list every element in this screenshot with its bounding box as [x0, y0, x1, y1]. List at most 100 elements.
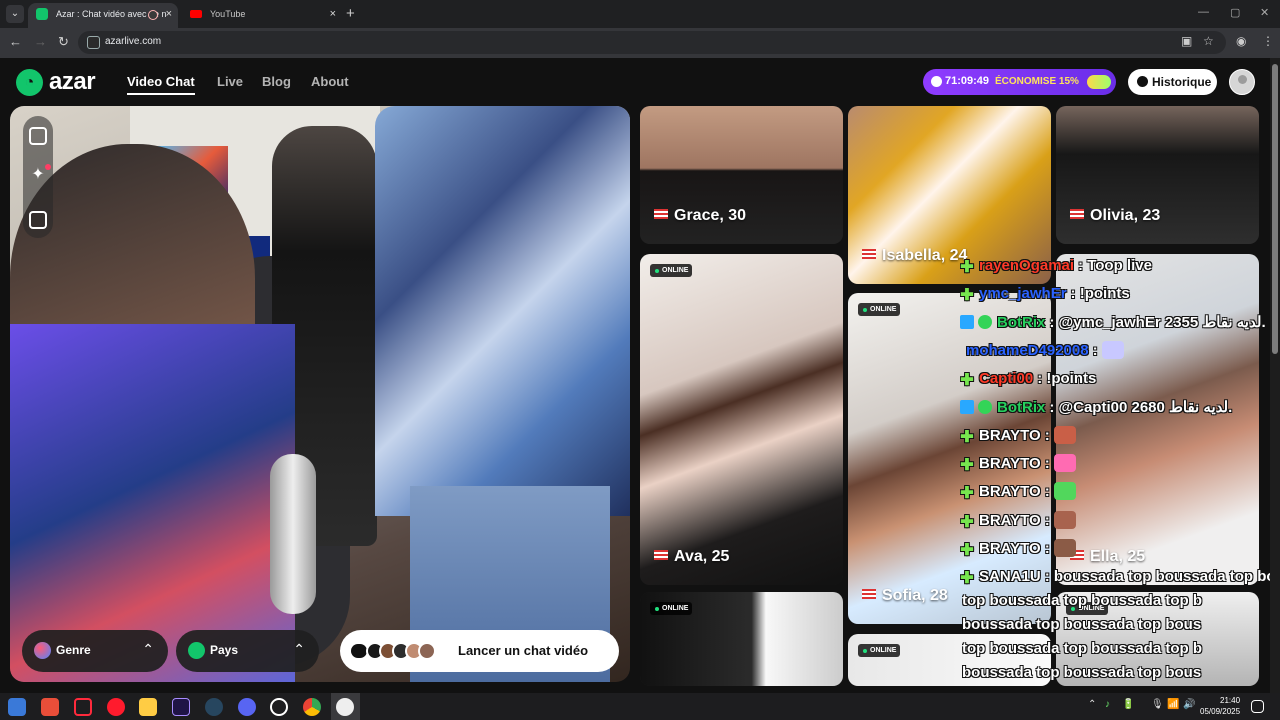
reload-button[interactable]: ↻ [58, 34, 69, 50]
history-button[interactable]: Historique [1128, 69, 1217, 95]
chat-text: : [1092, 342, 1098, 359]
opera-icon[interactable] [107, 698, 125, 716]
expand-icon[interactable] [29, 127, 47, 145]
tab-azar-close-button[interactable]: × [166, 3, 172, 25]
dancing-person-shirt [375, 106, 630, 516]
profile-card-ava[interactable]: ONLINE Ava, 25 [640, 254, 843, 585]
azar-logo[interactable]: azar [49, 68, 96, 96]
microphone-icon[interactable]: 🎙 [1151, 699, 1164, 710]
online-badge: ONLINE [858, 303, 901, 316]
notification-dot [45, 164, 51, 170]
start-video-chat-button[interactable]: Lancer un chat vidéo [340, 630, 619, 672]
chat-text: boussada top boussada top bous [962, 664, 1202, 681]
minimize-button[interactable]: — [1198, 6, 1209, 18]
windows-start-icon[interactable] [8, 698, 26, 716]
discount-timer-button[interactable]: 71:09:49 ÉCONOMISE 15% [923, 69, 1116, 95]
site-info-icon[interactable] [87, 36, 100, 49]
address-bar: ← → ↻ azarlive.com [0, 28, 1280, 58]
recording-icon [148, 10, 158, 20]
emote-icon [1053, 511, 1076, 529]
chat-badge-icon: ✚ [960, 514, 974, 531]
tab-bar: ⌄ Azar : Chat vidéo avec de n × YouTube … [0, 0, 1280, 28]
battery-icon[interactable]: 🔋 [1122, 699, 1134, 710]
scroll-thumb[interactable] [1272, 64, 1278, 354]
media-player-icon[interactable] [270, 698, 288, 716]
discord-icon[interactable] [238, 698, 256, 716]
profile-name: Sofia, 28 [862, 587, 948, 605]
nav-video-chat[interactable]: Video Chat [127, 74, 195, 95]
browser-menu-icon[interactable]: ⋮ [1262, 34, 1274, 48]
tray-overflow-icon[interactable]: ⌃ [1088, 699, 1096, 710]
nav-live[interactable]: Live [217, 74, 243, 89]
forward-button[interactable]: → [34, 34, 47, 49]
chat-message: mohameD492008: [966, 341, 1280, 359]
taskbar-clock[interactable]: 21:40 05/09/2025 [1200, 695, 1240, 717]
user-icon[interactable] [1229, 69, 1255, 95]
discount-timer: 71:09:49 [945, 75, 990, 87]
steam-icon[interactable] [205, 698, 223, 716]
cast-icon[interactable]: ▣ [1181, 34, 1192, 48]
browser-window: ⌄ Azar : Chat vidéo avec de n × YouTube … [0, 0, 1280, 58]
chrome-icon[interactable] [303, 698, 321, 716]
chat-text: : boussada top boussada top bo [1044, 568, 1276, 585]
tab-youtube[interactable]: YouTube × [182, 3, 342, 28]
nav-blog[interactable]: Blog [262, 74, 291, 89]
tab-search-button[interactable]: ⌄ [6, 5, 24, 23]
tab-youtube-close-button[interactable]: × [330, 3, 336, 25]
tray-app-icon[interactable]: ♪ [1105, 699, 1110, 710]
notification-center-icon[interactable] [1251, 700, 1264, 713]
new-tab-button[interactable]: + [346, 5, 355, 22]
page-scrollbar[interactable] [1270, 58, 1280, 693]
gender-filter-button[interactable]: Genre ⌃ [22, 630, 168, 672]
online-badge: ONLINE [650, 602, 693, 615]
country-filter-button[interactable]: Pays ⌃ [176, 630, 319, 672]
opera-gx-icon[interactable] [74, 698, 92, 716]
chat-text: : !points [1037, 370, 1097, 387]
chat-text: : Toop live [1078, 257, 1152, 274]
url-field[interactable]: azarlive.com [78, 31, 1226, 54]
profile-photo [640, 254, 843, 585]
bookmark-star-icon[interactable]: ☆ [1203, 34, 1214, 48]
file-explorer-icon[interactable] [139, 698, 157, 716]
gender-icon [34, 642, 51, 659]
smile-icon[interactable] [29, 211, 47, 229]
azar-logo-icon[interactable]: ◔ [16, 69, 43, 96]
app-icon[interactable] [41, 698, 59, 716]
taskbar-time: 21:40 [1220, 696, 1241, 705]
taskbar-date: 05/09/2025 [1200, 707, 1241, 716]
nav-about[interactable]: About [311, 74, 349, 89]
profile-name-isabella: Isabella, 24 [882, 247, 968, 264]
chat-message: BotRix: @Capti00 2680 لديه نقاط. [960, 398, 1280, 416]
chat-badge-icon: ✚ [960, 259, 974, 276]
back-button[interactable]: ← [9, 34, 22, 49]
azar-favicon-icon [36, 8, 48, 20]
profile-card-grace[interactable]: Grace, 30 [640, 106, 843, 244]
chat-username: BotRix [997, 314, 1046, 331]
emote-icon [1053, 539, 1076, 557]
profile-extension-icon[interactable]: ◉ [1236, 34, 1246, 48]
chat-message: ✚ BRAYTO: [960, 482, 1280, 501]
profile-card-olivia[interactable]: Olivia, 23 [1056, 106, 1259, 244]
us-flag-icon [654, 209, 668, 219]
close-window-button[interactable]: ✕ [1260, 6, 1269, 19]
profile-name-olivia: Olivia, 23 [1090, 207, 1161, 224]
obs-icon[interactable] [336, 698, 354, 716]
live-video-feed[interactable]: ✦ [10, 106, 630, 682]
chat-badge-icon: ✚ [960, 542, 974, 559]
profile-card-online[interactable]: ONLINE [640, 592, 843, 686]
chat-username: Capti00 [979, 370, 1034, 387]
chat-message: boussada top boussada top bous [962, 616, 1280, 633]
profile-name-ava: Ava, 25 [674, 548, 730, 565]
wifi-icon[interactable]: 📶 [1167, 699, 1179, 710]
maximize-button[interactable]: ▢ [1230, 6, 1240, 19]
timer-clock-icon [931, 76, 942, 87]
sparkle-icon[interactable]: ✦ [29, 166, 47, 184]
us-flag-icon [1070, 209, 1084, 219]
chat-text: : [1044, 540, 1050, 557]
volume-icon[interactable]: 🔊 [1183, 699, 1195, 710]
emote-icon [1053, 482, 1076, 500]
premiere-icon[interactable] [172, 698, 190, 716]
tab-youtube-title: YouTube [210, 9, 246, 19]
chat-message: boussada top boussada top bous [962, 664, 1280, 681]
tab-azar[interactable]: Azar : Chat vidéo avec de n × [28, 3, 178, 28]
